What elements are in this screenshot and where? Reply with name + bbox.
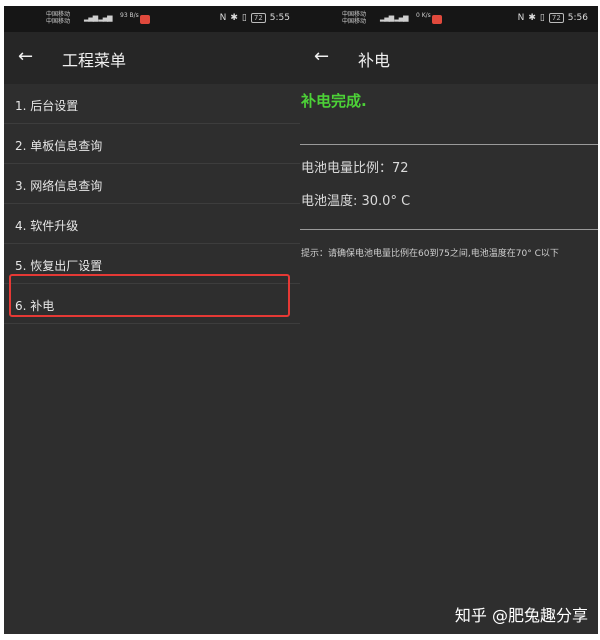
nfc-icon: N [517,13,525,23]
watermark: 知乎 @肥兔趣分享 [454,606,588,625]
app-bar: ← 补电 [300,32,598,84]
carrier-1: 中国移动 [46,11,71,18]
time: 5:56 [567,13,588,23]
carrier-1: 中国移动 [342,11,367,18]
carrier-labels: 中国移动 中国移动 [46,11,70,25]
menu-item[interactable]: 3. 网络信息查询 [4,164,300,204]
app-notification-icon [432,15,442,24]
menu-item[interactable]: 4. 软件升级 [4,204,300,244]
divider [300,229,598,230]
carrier-labels: 中国移动 中国移动 [342,11,366,25]
menu-item-label: 3. 网络信息查询 [15,179,103,193]
battery-level-text: 电池电量比例：72 [301,161,409,176]
menu-item[interactable]: 2. 单板信息查询 [4,124,300,164]
menu-item-label: 5. 恢复出厂设置 [15,259,103,273]
status-bar: 中国移动 中国移动 ▂▄▆ ▂▄▆ 0 K/s N ✱ ▯ 72 5:56 [300,6,598,32]
menu-item-label: 4. 软件升级 [15,219,79,233]
page-title: 补电 [358,51,391,70]
battery-temperature-text: 电池温度: 30.0° C [301,194,411,209]
vibrate-icon: ▯ [539,13,545,23]
charge-complete-message: 补电完成. [301,92,367,110]
highlight-box [9,274,290,317]
nfc-icon: N [219,13,227,23]
vibrate-icon: ▯ [241,13,247,23]
engineering-menu-screen: 中国移动 中国移动 ▂▄▆ ▂▄▆ 93 B/s N ✱ ▯ 72 5:55 ← 工程菜… [4,6,300,634]
carrier-2: 中国移动 [46,18,71,25]
network-speed: 93 B/s [120,12,139,19]
menu-item[interactable]: 1. 后台设置 [4,84,300,124]
status-right: N ✱ ▯ 72 5:55 [216,13,290,23]
back-arrow-icon[interactable]: ← [18,46,33,67]
page-title: 工程菜单 [62,51,127,70]
menu-item-label: 1. 后台设置 [15,99,79,113]
network-speed: 0 K/s [416,12,431,19]
status-right: N ✱ ▯ 72 5:56 [514,13,588,23]
divider [300,144,598,145]
battery-icon: 72 [548,13,564,23]
signal-icon: ▂▄▆ ▂▄▆ [84,14,113,22]
back-arrow-icon[interactable]: ← [314,46,329,67]
bluetooth-icon: ✱ [528,13,536,23]
menu-item-label: 2. 单板信息查询 [15,139,103,153]
hint-text: 提示：请确保电池电量比例在60到75之间,电池温度在70° C以下 [301,249,559,259]
signal-icon: ▂▄▆ ▂▄▆ [380,14,409,22]
status-bar: 中国移动 中国移动 ▂▄▆ ▂▄▆ 93 B/s N ✱ ▯ 72 5:55 [4,6,300,32]
app-bar: ← 工程菜单 [4,32,300,84]
app-notification-icon [140,15,150,24]
battery-icon: 72 [250,13,266,23]
battery-charge-screen: 中国移动 中国移动 ▂▄▆ ▂▄▆ 0 K/s N ✱ ▯ 72 5:56 ← 补电 补… [300,6,598,634]
time: 5:55 [269,13,290,23]
bluetooth-icon: ✱ [230,13,238,23]
carrier-2: 中国移动 [342,18,367,25]
